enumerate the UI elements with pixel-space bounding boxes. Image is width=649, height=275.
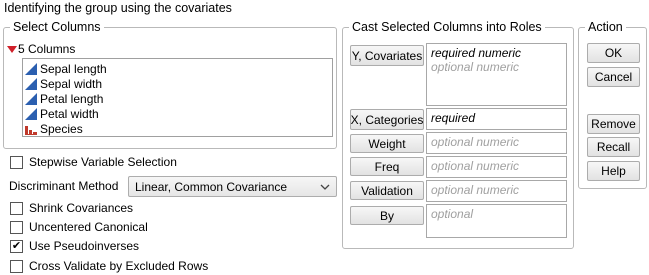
- cancel-button[interactable]: Cancel: [587, 67, 640, 87]
- y-covariates-button[interactable]: Y, Covariates: [350, 45, 424, 66]
- continuous-icon: [25, 107, 37, 120]
- required-numeric-hint: required numeric: [431, 46, 522, 60]
- shrink-covariances-label: Shrink Covariances: [29, 201, 134, 215]
- freq-button[interactable]: Freq: [350, 157, 424, 176]
- action-legend: Action: [588, 20, 623, 34]
- continuous-icon: [25, 77, 37, 90]
- uncentered-canonical-label: Uncentered Canonical: [29, 220, 148, 234]
- required-hint: required: [431, 111, 476, 125]
- list-item[interactable]: Sepal width: [23, 76, 332, 91]
- checkbox-unchecked-icon[interactable]: [10, 259, 23, 273]
- disclosure-triangle-icon[interactable]: [6, 44, 18, 54]
- weight-role-box[interactable]: optional numeric: [426, 132, 567, 154]
- optional-numeric-hint: optional numeric: [431, 183, 520, 197]
- column-label: Petal width: [40, 106, 99, 121]
- x-categories-role-box[interactable]: required: [426, 108, 567, 130]
- validation-role-box[interactable]: optional numeric: [426, 180, 567, 202]
- list-item[interactable]: Petal length: [23, 91, 332, 106]
- list-item[interactable]: Species: [23, 121, 332, 136]
- optional-hint: optional: [431, 207, 474, 221]
- discriminant-method-select[interactable]: Linear, Common Covariance: [128, 176, 337, 197]
- list-item[interactable]: Sepal length: [23, 61, 332, 76]
- checkbox-unchecked-icon[interactable]: [10, 155, 23, 169]
- cross-validate-checkbox[interactable]: Cross Validate by Excluded Rows: [10, 259, 208, 273]
- column-label: Sepal width: [40, 76, 103, 91]
- by-role-box[interactable]: optional: [426, 204, 567, 238]
- x-categories-button[interactable]: X, Categories: [350, 109, 424, 130]
- select-columns-legend: Select Columns: [13, 20, 101, 34]
- column-label: Species: [40, 121, 83, 136]
- optional-numeric-hint: optional numeric: [431, 159, 520, 173]
- weight-button[interactable]: Weight: [350, 134, 424, 153]
- continuous-icon: [25, 92, 37, 105]
- checkbox-unchecked-icon[interactable]: [10, 201, 23, 215]
- pseudoinverses-checkbox[interactable]: ✔ Use Pseudoinverses: [10, 239, 139, 253]
- by-button[interactable]: By: [350, 206, 424, 225]
- column-label: Sepal length: [40, 61, 107, 76]
- cross-validate-label: Cross Validate by Excluded Rows: [29, 259, 209, 273]
- checkmark-icon[interactable]: ✔: [10, 239, 23, 253]
- columns-tree-header[interactable]: 5 Columns: [6, 42, 76, 56]
- shrink-covariances-checkbox[interactable]: Shrink Covariances: [10, 201, 133, 215]
- stepwise-checkbox[interactable]: Stepwise Variable Selection: [10, 155, 177, 169]
- uncentered-canonical-checkbox[interactable]: Uncentered Canonical: [10, 220, 148, 234]
- stepwise-label: Stepwise Variable Selection: [29, 155, 177, 169]
- freq-role-box[interactable]: optional numeric: [426, 156, 567, 178]
- nominal-icon: [25, 125, 37, 135]
- discriminant-method-label: Discriminant Method: [9, 179, 119, 193]
- recall-button[interactable]: Recall: [587, 137, 640, 157]
- optional-numeric-hint: optional numeric: [431, 60, 520, 74]
- roles-legend: Cast Selected Columns into Roles: [352, 20, 542, 34]
- column-list[interactable]: Sepal length Sepal width Petal length Pe…: [22, 58, 333, 137]
- columns-count-label: 5 Columns: [18, 42, 76, 56]
- column-label: Petal length: [40, 91, 104, 106]
- continuous-icon: [25, 62, 37, 75]
- discriminant-method-value: Linear, Common Covariance: [135, 179, 288, 194]
- pseudoinverses-label: Use Pseudoinverses: [29, 239, 140, 253]
- list-item[interactable]: Petal width: [23, 106, 332, 121]
- help-button[interactable]: Help: [587, 161, 640, 181]
- remove-button[interactable]: Remove: [587, 114, 640, 134]
- checkbox-unchecked-icon[interactable]: [10, 220, 23, 234]
- optional-numeric-hint: optional numeric: [431, 135, 520, 149]
- ok-button[interactable]: OK: [587, 43, 640, 63]
- chevron-down-icon: [320, 184, 330, 190]
- y-covariates-role-box[interactable]: required numeric optional numeric: [426, 43, 567, 106]
- validation-button[interactable]: Validation: [350, 181, 424, 200]
- dialog-title: Identifying the group using the covariat…: [4, 1, 232, 15]
